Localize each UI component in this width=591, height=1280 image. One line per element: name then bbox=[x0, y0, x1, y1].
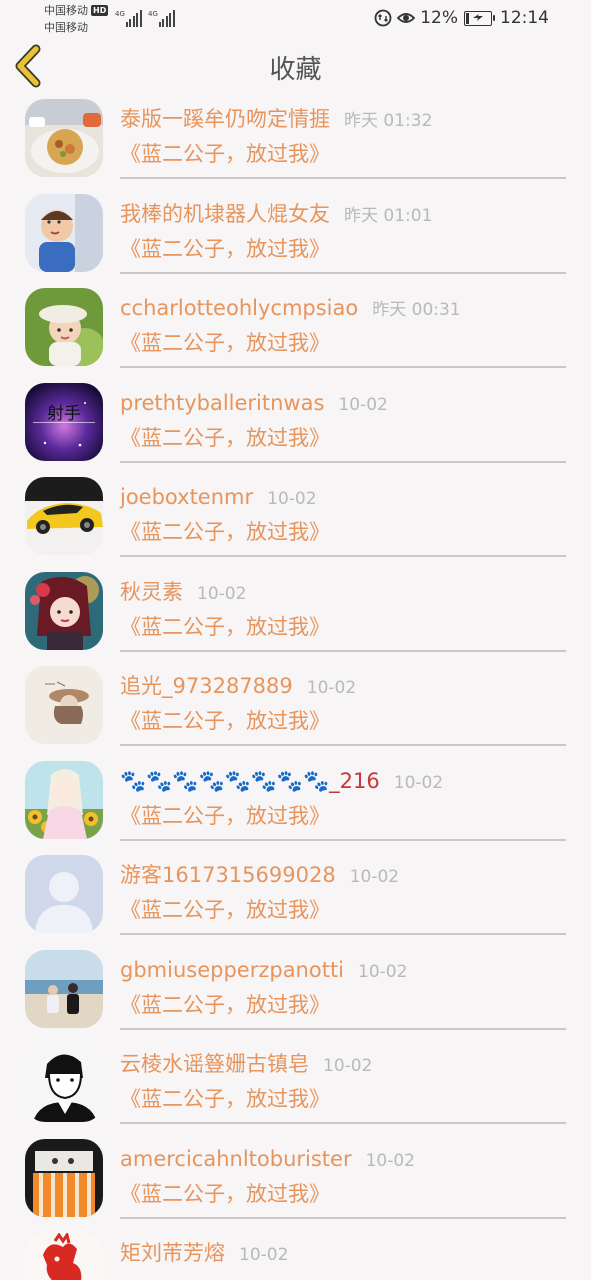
avatar bbox=[25, 760, 103, 839]
avatar bbox=[25, 1138, 103, 1217]
avatar bbox=[25, 855, 103, 933]
item-subtitle: 《蓝二公子，放过我》 bbox=[120, 236, 330, 261]
item-name: 矩刘芾芳熔 bbox=[120, 1241, 225, 1265]
divider bbox=[120, 460, 566, 463]
avatar bbox=[25, 477, 103, 555]
item-time: 10-02 bbox=[323, 1056, 373, 1076]
item-time: 10-02 bbox=[338, 394, 388, 415]
divider bbox=[120, 649, 566, 652]
list-item[interactable]: 秋灵素 10-02 《蓝二公子，放过我》 bbox=[0, 565, 591, 660]
item-time: 昨天 01:32 bbox=[344, 111, 433, 131]
item-subtitle: 《蓝二公子，放过我》 bbox=[120, 709, 330, 733]
carrier-label-2: 中国移动 bbox=[44, 21, 88, 34]
divider bbox=[120, 838, 566, 841]
list-item[interactable]: gbmiusepperzpanotti 10-02 《蓝二公子，放过我》 bbox=[0, 943, 591, 1038]
item-name: joeboxtenmr bbox=[120, 485, 254, 509]
item-time: 10-02 bbox=[365, 1150, 415, 1171]
item-subtitle: 《蓝二公子，放过我》 bbox=[120, 331, 330, 355]
item-name: 🐾🐾🐾🐾🐾🐾🐾🐾_216 bbox=[120, 768, 380, 793]
default-user-icon bbox=[25, 855, 103, 933]
divider bbox=[120, 1216, 566, 1219]
list-item[interactable]: ccharlotteohlycmpsiao 昨天 00:31 《蓝二公子，放过我》 bbox=[0, 281, 591, 376]
avatar bbox=[25, 571, 103, 650]
avatar bbox=[25, 1233, 103, 1280]
avatar bbox=[25, 288, 103, 366]
item-subtitle: 《蓝二公子，放过我》 bbox=[120, 520, 330, 544]
item-subtitle: 《蓝二公子，放过我》 bbox=[120, 803, 330, 828]
item-subtitle: 《蓝二公子，放过我》 bbox=[120, 992, 330, 1017]
item-subtitle: 《蓝二公子，放过我》 bbox=[120, 425, 330, 450]
carrier-label-1: 中国移动 HD bbox=[44, 4, 109, 17]
item-time: 10-02 bbox=[267, 489, 317, 509]
battery-percent: 12% bbox=[420, 8, 458, 28]
avatar bbox=[25, 193, 103, 272]
item-time: 10-02 bbox=[239, 1245, 289, 1265]
item-name: 云棱水谣簦姗古镇皂 bbox=[120, 1052, 309, 1076]
item-name: 游客1617315699028 bbox=[120, 863, 336, 887]
list-item[interactable]: joeboxtenmr 10-02 《蓝二公子，放过我》 bbox=[0, 470, 591, 565]
item-name: 追光_973287889 bbox=[120, 674, 293, 698]
list-item[interactable]: 矩刘芾芳熔 10-02 bbox=[0, 1226, 591, 1280]
divider bbox=[120, 1122, 566, 1124]
item-name: 我棒的机埭器人焜女友 bbox=[120, 201, 330, 226]
item-time: 10-02 bbox=[349, 867, 400, 887]
item-time: 10-02 bbox=[306, 678, 357, 698]
divider bbox=[120, 744, 566, 746]
list-item[interactable]: 🐾🐾🐾🐾🐾🐾🐾🐾_216 10-02 《蓝二公子，放过我》 bbox=[0, 754, 591, 849]
item-subtitle: 《蓝二公子，放过我》 bbox=[120, 898, 330, 922]
status-right: 12% 12:14 bbox=[374, 8, 549, 28]
list-item[interactable]: 云棱水谣簦姗古镇皂 10-02 《蓝二公子，放过我》 bbox=[0, 1037, 591, 1132]
item-subtitle: 《蓝二公子，放过我》 bbox=[120, 142, 330, 166]
item-subtitle: 《蓝二公子，放过我》 bbox=[120, 1181, 330, 1206]
divider bbox=[120, 271, 566, 274]
avatar bbox=[25, 666, 103, 744]
data-saver-icon bbox=[374, 9, 392, 27]
divider bbox=[120, 366, 566, 368]
hd-badge: HD bbox=[91, 5, 109, 16]
item-time: 昨天 01:01 bbox=[344, 205, 433, 226]
eye-comfort-icon bbox=[397, 13, 416, 23]
divider bbox=[120, 933, 566, 935]
clock: 12:14 bbox=[500, 8, 549, 28]
status-bar: 中国移动 HD 中国移动 4G 4G 12% 12:14 bbox=[0, 0, 591, 40]
item-subtitle: 《蓝二公子，放过我》 bbox=[120, 1087, 330, 1111]
list-item[interactable]: 游客1617315699028 10-02 《蓝二公子，放过我》 bbox=[0, 848, 591, 943]
item-time: 10-02 bbox=[197, 583, 247, 604]
avatar bbox=[25, 1044, 103, 1122]
battery-icon bbox=[464, 10, 495, 26]
item-name: 泰版一蹊牟仍吻定情捱 bbox=[120, 107, 330, 131]
avatar: 射手 bbox=[25, 382, 103, 461]
top-bar: 收藏 bbox=[0, 40, 591, 92]
list-item[interactable]: amercicahnltoburister 10-02 《蓝二公子，放过我》 bbox=[0, 1132, 591, 1227]
signal-icon-2: 4G bbox=[148, 10, 176, 27]
avatar-label: 射手 bbox=[47, 404, 81, 424]
divider bbox=[120, 177, 566, 179]
item-name: prethtyballeritnwas bbox=[120, 390, 325, 415]
favorites-list: 泰版一蹊牟仍吻定情捱 昨天 01:32 《蓝二公子，放过我》 我棒的机埭器人焜女友… bbox=[0, 92, 591, 1280]
list-item[interactable]: 我棒的机埭器人焜女友 昨天 01:01 《蓝二公子，放过我》 bbox=[0, 187, 591, 282]
signal-icon: 4G bbox=[115, 10, 143, 27]
avatar bbox=[25, 99, 103, 177]
list-item[interactable]: 追光_973287889 10-02 《蓝二公子，放过我》 bbox=[0, 659, 591, 754]
list-item[interactable]: 射手 prethtyballeritnwas 10-02 《蓝二公子，放过我》 bbox=[0, 376, 591, 471]
item-time: 昨天 00:31 bbox=[372, 300, 461, 320]
item-name: ccharlotteohlycmpsiao bbox=[120, 296, 359, 320]
item-name: gbmiusepperzpanotti bbox=[120, 957, 345, 982]
page-title: 收藏 bbox=[269, 55, 322, 85]
item-time: 10-02 bbox=[358, 961, 408, 982]
item-name: amercicahnltoburister bbox=[120, 1146, 352, 1171]
item-time: 10-02 bbox=[393, 772, 444, 793]
divider bbox=[120, 1027, 566, 1030]
list-item[interactable]: 泰版一蹊牟仍吻定情捱 昨天 01:32 《蓝二公子，放过我》 bbox=[0, 92, 591, 187]
item-name: 秋灵素 bbox=[120, 579, 183, 604]
avatar bbox=[25, 949, 103, 1028]
item-subtitle: 《蓝二公子，放过我》 bbox=[120, 614, 330, 639]
divider bbox=[120, 555, 566, 557]
